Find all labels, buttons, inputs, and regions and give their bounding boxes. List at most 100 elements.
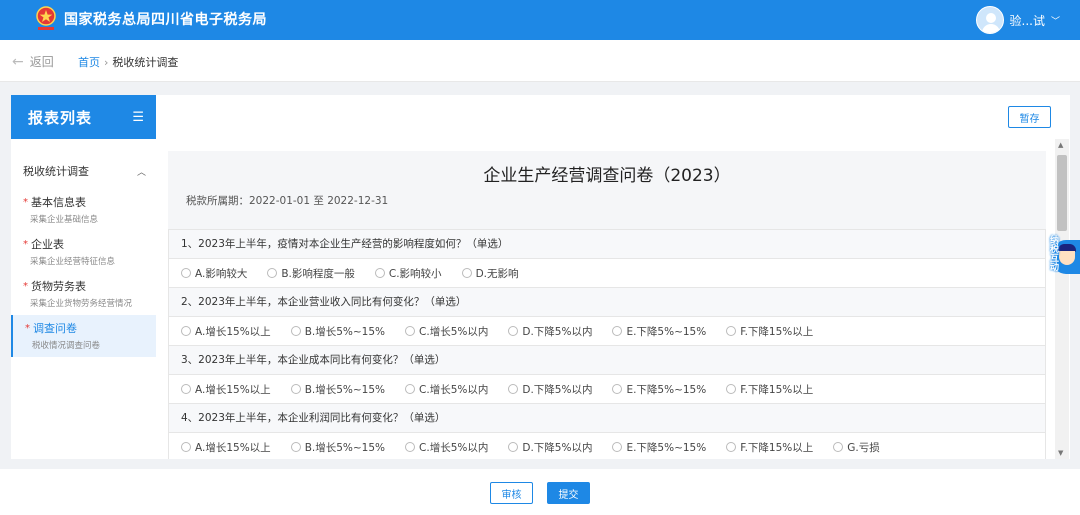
radio-label[interactable]: C.增长5%以内 (419, 382, 488, 397)
radio-label[interactable]: A.增长15%以上 (195, 440, 271, 455)
radio-button[interactable] (508, 326, 519, 336)
radio-option[interactable]: B.增长5%~15% (290, 324, 385, 339)
radio-label[interactable]: E.下降5%~15% (626, 440, 706, 455)
question-list: 1、2023年上半年，疫情对本企业生产经营的影响程度如何？（单选） A.影响较大 B… (168, 229, 1046, 459)
radio-label[interactable]: A.增长15%以上 (195, 382, 271, 397)
radio-button[interactable] (290, 326, 301, 336)
radio-label[interactable]: B.影响程度一般 (281, 266, 355, 281)
sidebar-item-label[interactable]: 基本信息表 (31, 194, 86, 210)
radio-option[interactable]: D.无影响 (461, 266, 519, 281)
radio-label[interactable]: F.下降15%以上 (740, 440, 813, 455)
radio-button[interactable] (405, 384, 416, 394)
username[interactable]: 验...试 (1010, 12, 1045, 29)
radio-option[interactable]: A.增长15%以上 (181, 324, 271, 339)
radio-button[interactable] (181, 442, 191, 452)
user-menu[interactable]: 验...试 ﹀ (975, 5, 1060, 35)
radio-option[interactable]: A.影响较大 (181, 266, 247, 281)
radio-label[interactable]: E.下降5%~15% (626, 324, 706, 339)
arrow-left-icon[interactable]: ← (12, 54, 24, 70)
radio-option[interactable]: C.增长5%以内 (405, 382, 488, 397)
radio-option[interactable]: B.影响程度一般 (267, 266, 355, 281)
radio-option[interactable]: E.下降5%~15% (612, 382, 706, 397)
sidebar-item-label[interactable]: 调查问卷 (33, 320, 77, 336)
radio-label[interactable]: B.增长5%~15% (305, 324, 385, 339)
radio-button[interactable] (726, 384, 737, 394)
vertical-scrollbar[interactable]: ▲ ▼ (1055, 139, 1069, 459)
radio-button[interactable] (612, 326, 623, 336)
radio-label[interactable]: C.增长5%以内 (419, 440, 488, 455)
radio-button[interactable] (181, 384, 191, 394)
submit-button[interactable]: 提交 (547, 482, 590, 504)
support-widget-label[interactable]: 纳税互动 (1040, 235, 1058, 271)
radio-option[interactable]: F.下降15%以上 (726, 382, 813, 397)
scroll-down-icon[interactable]: ▼ (1058, 449, 1063, 457)
radio-option[interactable]: A.增长15%以上 (181, 440, 271, 455)
survey-scroll-area[interactable]: 企业生产经营调查问卷（2023） 税款所属期：2022-01-01 至 2022… (168, 151, 1046, 459)
radio-option[interactable]: G.亏损 (833, 440, 880, 455)
radio-button[interactable] (181, 326, 191, 336)
radio-label[interactable]: D.下降5%以内 (522, 382, 592, 397)
radio-button[interactable] (612, 442, 623, 452)
review-button[interactable]: 审核 (490, 482, 533, 504)
radio-button[interactable] (374, 268, 385, 278)
sidebar-item-survey[interactable]: * 调查问卷 税收情况调查问卷 (11, 315, 156, 357)
support-widget[interactable]: 纳税互动 (1040, 232, 1080, 276)
radio-option[interactable]: F.下降15%以上 (726, 440, 813, 455)
radio-button[interactable] (508, 442, 519, 452)
radio-option[interactable]: C.影响较小 (374, 266, 442, 281)
chevron-up-icon[interactable]: ︿ (137, 165, 146, 178)
radio-label[interactable]: A.影响较大 (195, 266, 247, 281)
radio-option[interactable]: A.增长15%以上 (181, 382, 271, 397)
radio-label[interactable]: B.增长5%~15% (305, 440, 385, 455)
radio-label[interactable]: A.增长15%以上 (195, 324, 271, 339)
radio-button[interactable] (181, 268, 191, 278)
radio-label[interactable]: D.下降5%以内 (522, 324, 592, 339)
sidebar-item-label[interactable]: 货物劳务表 (31, 278, 86, 294)
radio-option[interactable]: C.增长5%以内 (405, 440, 488, 455)
sidebar-group-label[interactable]: 税收统计调查 (23, 163, 89, 179)
chevron-down-icon[interactable]: ﹀ (1051, 14, 1060, 27)
radio-button[interactable] (290, 384, 301, 394)
radio-button[interactable] (290, 442, 301, 452)
radio-option[interactable]: F.下降15%以上 (726, 324, 813, 339)
radio-label[interactable]: D.下降5%以内 (522, 440, 592, 455)
save-draft-button[interactable]: 暂存 (1008, 106, 1051, 128)
radio-option[interactable]: C.增长5%以内 (405, 324, 488, 339)
radio-label[interactable]: G.亏损 (847, 440, 879, 455)
scroll-up-icon[interactable]: ▲ (1058, 141, 1063, 149)
radio-label[interactable]: E.下降5%~15% (626, 382, 706, 397)
radio-button[interactable] (461, 268, 472, 278)
radio-button[interactable] (267, 268, 278, 278)
radio-option[interactable]: D.下降5%以内 (508, 382, 592, 397)
back-button[interactable]: ← 返回 (12, 53, 54, 70)
radio-option[interactable]: B.增长5%~15% (290, 382, 385, 397)
radio-label[interactable]: F.下降15%以上 (740, 324, 813, 339)
radio-button[interactable] (405, 326, 416, 336)
radio-label[interactable]: C.增长5%以内 (419, 324, 488, 339)
radio-button[interactable] (726, 442, 737, 452)
radio-label[interactable]: B.增长5%~15% (305, 382, 385, 397)
list-collapse-icon[interactable]: ☰ (132, 110, 144, 125)
radio-option[interactable]: B.增长5%~15% (290, 440, 385, 455)
radio-button[interactable] (612, 384, 623, 394)
sidebar-item-enterprise[interactable]: * 企业表 采集企业经营特征信息 (11, 231, 156, 273)
radio-option[interactable]: E.下降5%~15% (612, 440, 706, 455)
radio-button[interactable] (508, 384, 519, 394)
radio-label[interactable]: F.下降15%以上 (740, 382, 813, 397)
sidebar-item-goods-services[interactable]: * 货物劳务表 采集企业货物劳务经营情况 (11, 273, 156, 315)
sidebar-item-basic-info[interactable]: * 基本信息表 采集企业基础信息 (11, 189, 156, 231)
avatar[interactable] (975, 6, 1004, 34)
radio-option[interactable]: D.下降5%以内 (508, 324, 592, 339)
breadcrumb-home[interactable]: 首页 (78, 54, 100, 70)
sidebar-group[interactable]: 税收统计调查 ︿ (11, 163, 156, 179)
radio-label[interactable]: C.影响较小 (389, 266, 442, 281)
radio-button[interactable] (726, 326, 737, 336)
radio-option[interactable]: E.下降5%~15% (612, 324, 706, 339)
radio-button[interactable] (405, 442, 416, 452)
sidebar-item-label[interactable]: 企业表 (31, 236, 64, 252)
back-label[interactable]: 返回 (30, 53, 54, 70)
scrollbar-thumb[interactable] (1057, 155, 1067, 231)
radio-label[interactable]: D.无影响 (476, 266, 519, 281)
radio-button[interactable] (833, 442, 844, 452)
radio-option[interactable]: D.下降5%以内 (508, 440, 592, 455)
